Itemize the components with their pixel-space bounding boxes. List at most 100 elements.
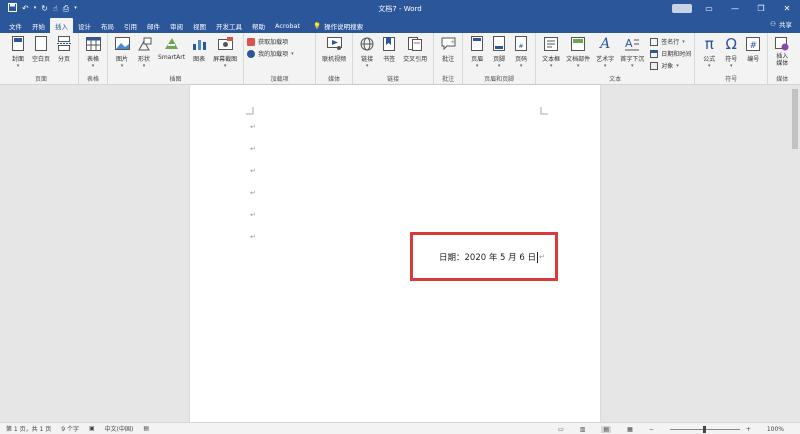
- tab-developer[interactable]: 开发工具: [211, 18, 247, 33]
- touch-mode-icon[interactable]: ☝: [53, 4, 58, 13]
- customize-qat-icon[interactable]: ▾: [74, 6, 77, 11]
- paragraph-mark: ↵: [250, 233, 256, 241]
- group-label-addins: 加载项: [270, 76, 289, 83]
- svg-text:+: +: [450, 38, 456, 46]
- status-bar: 第 1 页，共 1 页 9 个字 ▣ 中文(中国) ▤ ▭ ▥ ▤ ▦ − + …: [0, 422, 800, 434]
- svg-text:#: #: [519, 43, 524, 50]
- omega-icon: Ω: [725, 34, 737, 53]
- shapes-icon: [136, 35, 152, 52]
- tab-mailings[interactable]: 邮件: [142, 18, 165, 33]
- undo-icon[interactable]: ↶: [22, 4, 29, 13]
- group-illustrations: 图片 ▾ 形状 ▾ SmartArt 图表 屏幕截图 ▾ 插图: [108, 33, 245, 85]
- dropcap-icon: A: [624, 35, 640, 52]
- wordart-icon: A: [600, 35, 611, 52]
- tab-insert[interactable]: 插入: [50, 18, 73, 33]
- group-label-header-footer: 页眉和页脚: [484, 76, 515, 83]
- svg-text:A: A: [625, 37, 633, 50]
- page-count[interactable]: 第 1 页，共 1 页: [6, 424, 51, 433]
- calendar-icon: [650, 49, 659, 58]
- pi-icon: π: [704, 34, 714, 53]
- page-break-icon: [56, 35, 72, 52]
- blank-page-icon: [33, 35, 49, 52]
- svg-text:#: #: [750, 41, 758, 51]
- vertical-scrollbar[interactable]: [790, 85, 800, 422]
- tab-help[interactable]: 帮助: [247, 18, 270, 33]
- share-button[interactable]: ⚇ 共享: [770, 19, 792, 29]
- word-count[interactable]: 9 个字: [61, 424, 79, 433]
- globe-link-icon: [359, 35, 375, 52]
- print-layout-icon[interactable]: ▤: [601, 425, 612, 433]
- tab-layout[interactable]: 布局: [96, 18, 119, 33]
- group-comments: + 批注 批注: [434, 33, 464, 85]
- save-icon[interactable]: [8, 3, 17, 14]
- zoom-out-icon[interactable]: −: [649, 426, 654, 433]
- language[interactable]: 中文(中国): [105, 424, 134, 433]
- online-video-icon: [326, 35, 342, 52]
- header-icon: [469, 35, 485, 52]
- page-number-icon: #: [513, 35, 529, 52]
- print-preview-icon[interactable]: ⎙: [63, 4, 69, 13]
- addin-icon: [247, 49, 256, 58]
- cross-reference-icon: [407, 35, 423, 52]
- tell-me-search[interactable]: 💡 操作说明搜索: [313, 18, 363, 33]
- group-label-media-insert: 媒体: [776, 76, 789, 83]
- paragraph-mark: ↵: [250, 167, 256, 175]
- title-bar: ↶ ▾ ↻ ☝ ⎙ ▾ 文档7 - Word ▭ — ❐ ✕: [0, 0, 800, 17]
- group-label-text: 文本: [609, 76, 622, 83]
- my-addins-button[interactable]: 我的加载项 ▾: [247, 49, 294, 58]
- smartart-icon: [164, 35, 180, 52]
- lightbulb-icon: 💡: [313, 21, 322, 30]
- group-label-comments: 批注: [442, 76, 455, 83]
- web-layout-icon[interactable]: ▦: [627, 426, 633, 433]
- read-mode-icon[interactable]: ▥: [580, 426, 586, 433]
- account-avatar[interactable]: [672, 4, 692, 13]
- signature-icon: [650, 37, 659, 46]
- minimize-button[interactable]: —: [722, 0, 748, 17]
- focus-mode-icon[interactable]: ▭: [558, 426, 564, 433]
- close-button[interactable]: ✕: [774, 0, 800, 17]
- tab-acrobat[interactable]: Acrobat: [270, 18, 305, 33]
- zoom-slider[interactable]: [669, 425, 740, 433]
- object-button[interactable]: 对象 ▾: [650, 61, 691, 70]
- tell-me-label: 操作说明搜索: [324, 22, 364, 31]
- tab-view[interactable]: 视图: [188, 18, 211, 33]
- quick-access-toolbar: ↶ ▾ ↻ ☝ ⎙ ▾: [0, 3, 120, 14]
- highlight-box: [410, 232, 558, 281]
- redo-icon[interactable]: ↻: [41, 4, 48, 13]
- group-media: 联机视频 媒体: [316, 33, 354, 85]
- scrollbar-thumb[interactable]: [792, 89, 798, 149]
- group-media-insert: 插入 媒体 媒体: [768, 33, 796, 85]
- group-label-tables: 表格: [87, 76, 100, 83]
- document-area: ↵ ↵ ↵ ↵ ↵ ↵ 日期：2020 年 5 月 6 日 ↵: [0, 85, 800, 422]
- tab-references[interactable]: 引用: [119, 18, 142, 33]
- tab-file[interactable]: 文件: [4, 18, 27, 33]
- zoom-slider-knob[interactable]: [703, 425, 707, 433]
- group-links: 链接 ▾ 书签 交叉引用 链接: [353, 33, 435, 85]
- paragraph-mark: ↵: [250, 211, 256, 219]
- tab-review[interactable]: 审阅: [165, 18, 188, 33]
- insert-media-icon: [774, 35, 790, 52]
- get-addins-button[interactable]: 获取加载项: [247, 37, 294, 46]
- macro-record-icon[interactable]: ▤: [143, 425, 149, 432]
- footer-icon: [491, 35, 507, 52]
- picture-icon: [114, 35, 130, 52]
- table-icon: [85, 35, 101, 52]
- group-text: 文本框 ▾ 文档部件 ▾ A 艺术字 ▾ A 首字下沉 ▾ 签名行 ▾ 日期和时间: [536, 33, 696, 85]
- signature-line-button[interactable]: 签名行 ▾: [650, 37, 691, 46]
- screenshot-icon: [217, 35, 233, 52]
- zoom-in-icon[interactable]: +: [746, 426, 751, 433]
- margin-corner-top-left: [246, 107, 254, 115]
- dropdown-caret-icon[interactable]: ▾: [34, 6, 37, 11]
- tab-design[interactable]: 设计: [73, 18, 96, 33]
- date-time-button[interactable]: 日期和时间: [650, 49, 691, 58]
- ribbon-display-options-icon[interactable]: ▭: [696, 0, 722, 17]
- restore-button[interactable]: ❐: [748, 0, 774, 17]
- group-label-symbols: 符号: [725, 76, 738, 83]
- proofing-icon[interactable]: ▣: [89, 425, 95, 432]
- quick-parts-icon: [570, 35, 586, 52]
- tab-home[interactable]: 开始: [27, 18, 50, 33]
- group-label-pages: 页面: [35, 76, 48, 83]
- ribbon-tabs: 文件 开始 插入 设计 布局 引用 邮件 审阅 视图 开发工具 帮助 Acrob…: [0, 17, 800, 33]
- share-label: 共享: [779, 21, 792, 29]
- zoom-level[interactable]: 100%: [767, 426, 784, 433]
